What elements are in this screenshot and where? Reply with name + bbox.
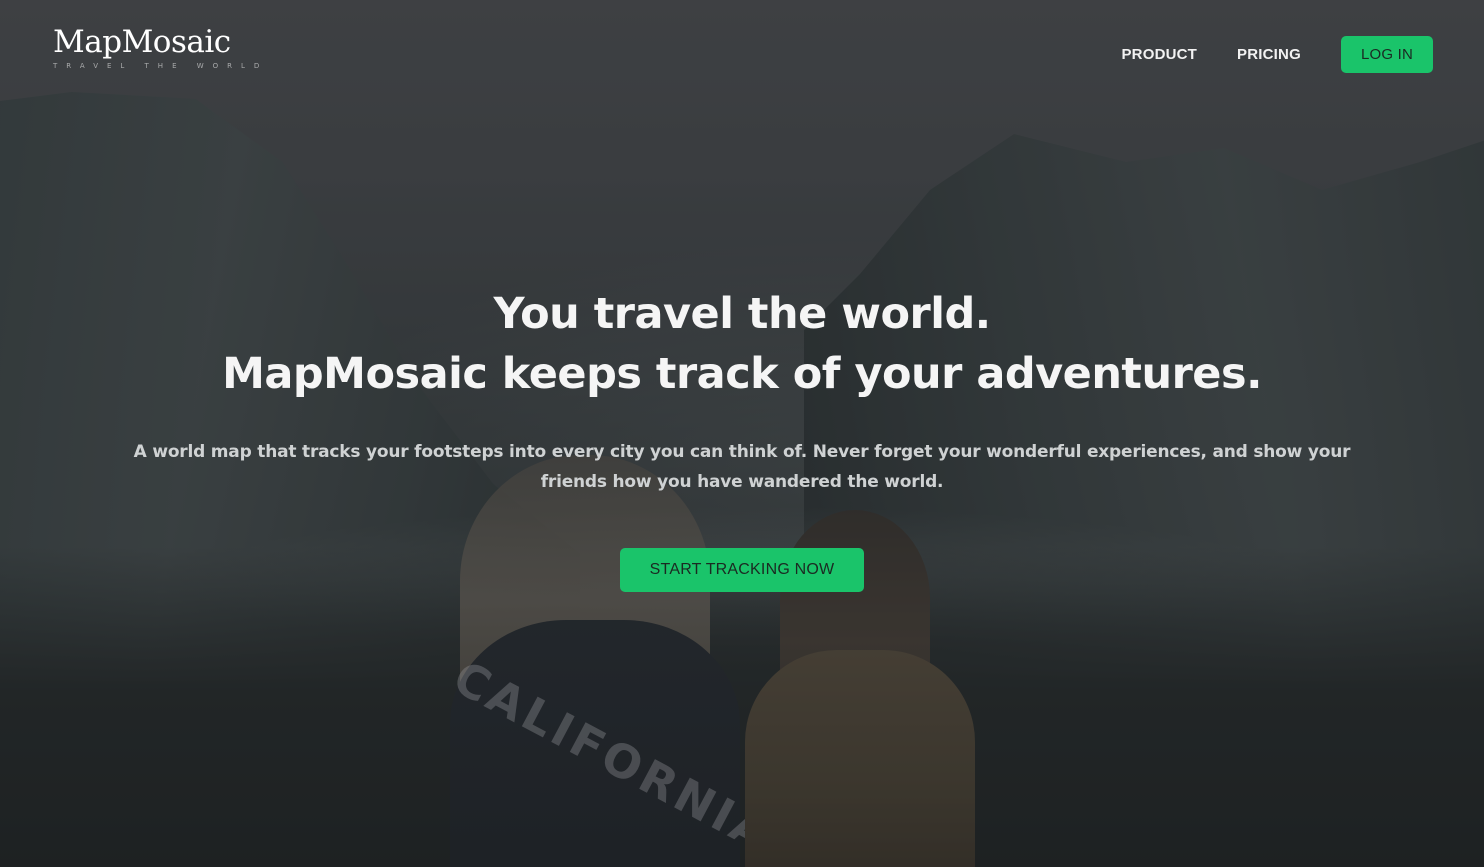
hero-title: You travel the world. MapMosaic keeps tr… [0, 284, 1484, 404]
hero-subtitle: A world map that tracks your footsteps i… [133, 442, 1351, 492]
hero-section: You travel the world. MapMosaic keeps tr… [0, 284, 1484, 592]
nav-link-pricing[interactable]: PRICING [1237, 46, 1301, 63]
hero-title-line-2: MapMosaic keeps track of your adventures… [222, 349, 1262, 399]
landing-page: CALIFORNIA MapMosaic TRAVEL THE WORLD PR… [0, 0, 1484, 867]
logo-name: MapMosaic [53, 24, 231, 60]
main-nav: PRODUCT PRICING LOG IN [1121, 36, 1433, 73]
site-header: MapMosaic TRAVEL THE WORLD PRODUCT PRICI… [0, 0, 1484, 110]
login-button[interactable]: LOG IN [1340, 36, 1433, 73]
nav-link-product[interactable]: PRODUCT [1121, 46, 1197, 63]
logo[interactable]: MapMosaic TRAVEL THE WORLD [53, 24, 268, 70]
hero-title-line-1: You travel the world. [493, 289, 991, 339]
logo-tagline: TRAVEL THE WORLD [53, 62, 269, 70]
start-tracking-button[interactable]: START TRACKING NOW [619, 548, 865, 592]
